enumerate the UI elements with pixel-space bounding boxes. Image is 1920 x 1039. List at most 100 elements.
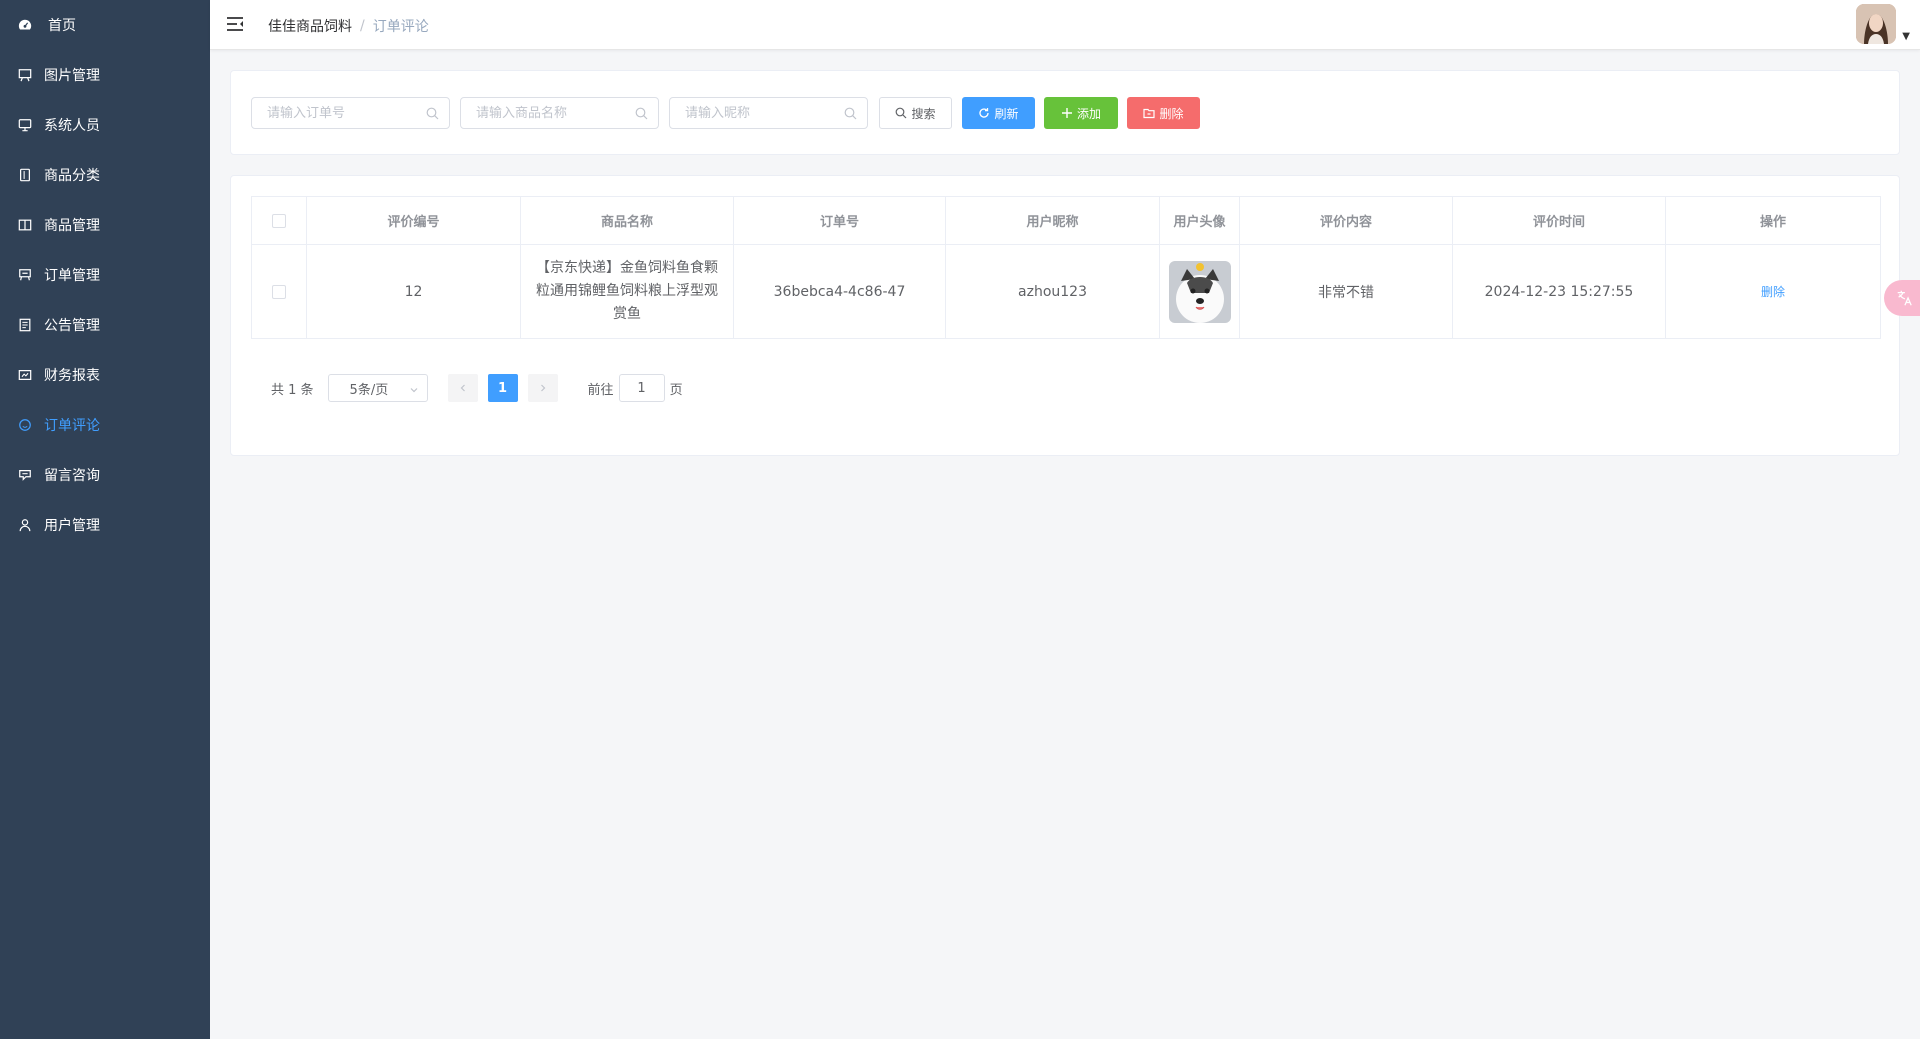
- user-avatar-cell: [1159, 244, 1240, 339]
- column-header: 用户头像: [1159, 196, 1240, 245]
- sidebar-item-finance[interactable]: 财务报表: [0, 350, 210, 400]
- pagination: 共 1 条 5条/页 1 前往 页: [271, 374, 683, 402]
- pagination-total: 共 1 条: [271, 382, 314, 398]
- user-avatar-image[interactable]: [1168, 260, 1231, 323]
- sidebar: 首页 图片管理 系统人员 商品分类 商品管理 订单管理 公告管理 财务报表 订单…: [0, 0, 210, 1039]
- chat-icon: [18, 418, 32, 432]
- search-icon: [844, 107, 857, 120]
- image-icon: [18, 68, 32, 82]
- sidebar-item-label: 用户管理: [44, 518, 100, 534]
- chevron-left-icon: [460, 384, 465, 392]
- select-all-cell: [251, 196, 307, 245]
- row-checkbox[interactable]: [272, 284, 286, 299]
- comment-time-cell: 2024-12-23 15:27:55: [1452, 244, 1666, 339]
- sidebar-item-label: 商品管理: [44, 218, 100, 234]
- menu-fold-icon[interactable]: [226, 15, 244, 33]
- sidebar-item-label: 图片管理: [44, 68, 100, 84]
- comment-id-cell: 12: [306, 244, 521, 339]
- batch-delete-button-label: 删除: [1159, 106, 1184, 121]
- page-number-current[interactable]: 1: [487, 374, 518, 402]
- batch-delete-button[interactable]: 删除: [1127, 97, 1200, 129]
- sidebar-item-orders[interactable]: 订单管理: [0, 250, 210, 300]
- add-button[interactable]: 添加: [1044, 97, 1118, 129]
- column-header: 评价时间: [1452, 196, 1666, 245]
- comments-table: 评价编号 商品名称 订单号 用户昵称 用户头像 评价内容 评价时间 操作 12 …: [251, 196, 1881, 339]
- top-navbar: 佳佳商品饲料 / 订单评论 ▼: [210, 0, 1920, 50]
- search-button-label: 搜索: [911, 106, 936, 121]
- money-icon: [18, 368, 32, 382]
- book-icon: [18, 218, 32, 232]
- sidebar-item-images[interactable]: 图片管理: [0, 50, 210, 100]
- breadcrumb-item-current: 订单评论: [372, 19, 429, 35]
- refresh-button-label: 刷新: [994, 106, 1019, 121]
- column-header: 评价内容: [1239, 196, 1453, 245]
- order-number-search: [251, 97, 450, 129]
- page-jumper: 前往 页: [588, 374, 683, 402]
- select-all-checkbox[interactable]: [272, 213, 286, 228]
- sidebar-item-staff[interactable]: 系统人员: [0, 100, 210, 150]
- user-dropdown[interactable]: ▼: [1856, 4, 1910, 44]
- nickname-input[interactable]: [670, 98, 867, 128]
- add-button-label: 添加: [1076, 106, 1101, 121]
- refresh-icon: [978, 107, 990, 119]
- next-page-button[interactable]: [527, 374, 558, 402]
- comment-content-cell: 非常不错: [1239, 244, 1453, 339]
- refresh-button[interactable]: 刷新: [962, 97, 1035, 129]
- goto-suffix: 页: [669, 382, 683, 398]
- search-button[interactable]: 搜索: [879, 97, 952, 129]
- page-size-select[interactable]: 5条/页: [327, 374, 428, 402]
- row-select-cell: [251, 244, 307, 339]
- product-name-search: [460, 97, 659, 129]
- document-icon: [18, 318, 32, 332]
- nickname-search: [669, 97, 868, 129]
- search-panel: 搜索 刷新 添加 删除: [230, 70, 1900, 155]
- sidebar-item-messages[interactable]: 留言咨询: [0, 450, 210, 500]
- message-icon: [18, 468, 32, 482]
- sidebar-item-label: 系统人员: [44, 118, 100, 134]
- search-icon: [895, 107, 907, 119]
- chevron-right-icon: [540, 384, 545, 392]
- prev-page-button[interactable]: [447, 374, 478, 402]
- product-name-input[interactable]: [461, 98, 658, 128]
- goto-page-input[interactable]: [618, 374, 665, 402]
- caret-down-icon: ▼: [1902, 31, 1910, 42]
- sidebar-item-label: 订单管理: [44, 268, 100, 284]
- sidebar-item-label: 留言咨询: [44, 468, 100, 484]
- sidebar-item-home[interactable]: 首页: [0, 0, 210, 50]
- sidebar-item-category[interactable]: 商品分类: [0, 150, 210, 200]
- sidebar-item-label: 商品分类: [44, 168, 100, 184]
- action-cell: 删除: [1665, 244, 1881, 339]
- search-icon: [635, 107, 648, 120]
- monitor-icon: [18, 118, 32, 132]
- row-delete-link[interactable]: 删除: [1761, 285, 1785, 299]
- comments-table-panel: 评价编号 商品名称 订单号 用户昵称 用户头像 评价内容 评价时间 操作 12 …: [230, 175, 1900, 456]
- table-header-row: 评价编号 商品名称 订单号 用户昵称 用户头像 评价内容 评价时间 操作: [251, 196, 1881, 245]
- translate-icon: [1897, 290, 1912, 306]
- sidebar-item-label: 公告管理: [44, 318, 100, 334]
- order-number-cell: 36bebca4-4c86-47: [733, 244, 946, 339]
- avatar[interactable]: [1856, 4, 1897, 44]
- translate-floating-button[interactable]: [1884, 280, 1920, 316]
- breadcrumb: 佳佳商品饲料 / 订单评论: [268, 16, 429, 36]
- sidebar-item-products[interactable]: 商品管理: [0, 200, 210, 250]
- column-header: 用户昵称: [945, 196, 1160, 245]
- sidebar-item-label: 订单评论: [44, 418, 100, 434]
- dashboard-icon: [18, 18, 32, 32]
- order-number-input[interactable]: [252, 98, 449, 128]
- breadcrumb-separator: /: [360, 18, 365, 34]
- breadcrumb-item-home[interactable]: 佳佳商品饲料: [268, 16, 352, 36]
- goto-prefix: 前往: [587, 382, 614, 398]
- tablet-icon: [18, 168, 32, 182]
- sidebar-item-label: 财务报表: [44, 368, 100, 384]
- search-icon: [426, 107, 439, 120]
- chevron-down-icon: [409, 384, 419, 394]
- sidebar-item-notices[interactable]: 公告管理: [0, 300, 210, 350]
- sidebar-item-users[interactable]: 用户管理: [0, 500, 210, 550]
- product-name-cell: 【京东快递】金鱼饲料鱼食颗粒通用锦鲤鱼饲料粮上浮型观赏鱼: [520, 244, 734, 339]
- sidebar-item-label: 首页: [48, 18, 76, 34]
- sidebar-item-comments[interactable]: 订单评论: [0, 400, 210, 450]
- column-header: 商品名称: [520, 196, 734, 245]
- nickname-cell: azhou123: [945, 244, 1160, 339]
- cart-icon: [18, 268, 32, 282]
- table-row: 12 【京东快递】金鱼饲料鱼食颗粒通用锦鲤鱼饲料粮上浮型观赏鱼 36bebca4…: [251, 244, 1881, 339]
